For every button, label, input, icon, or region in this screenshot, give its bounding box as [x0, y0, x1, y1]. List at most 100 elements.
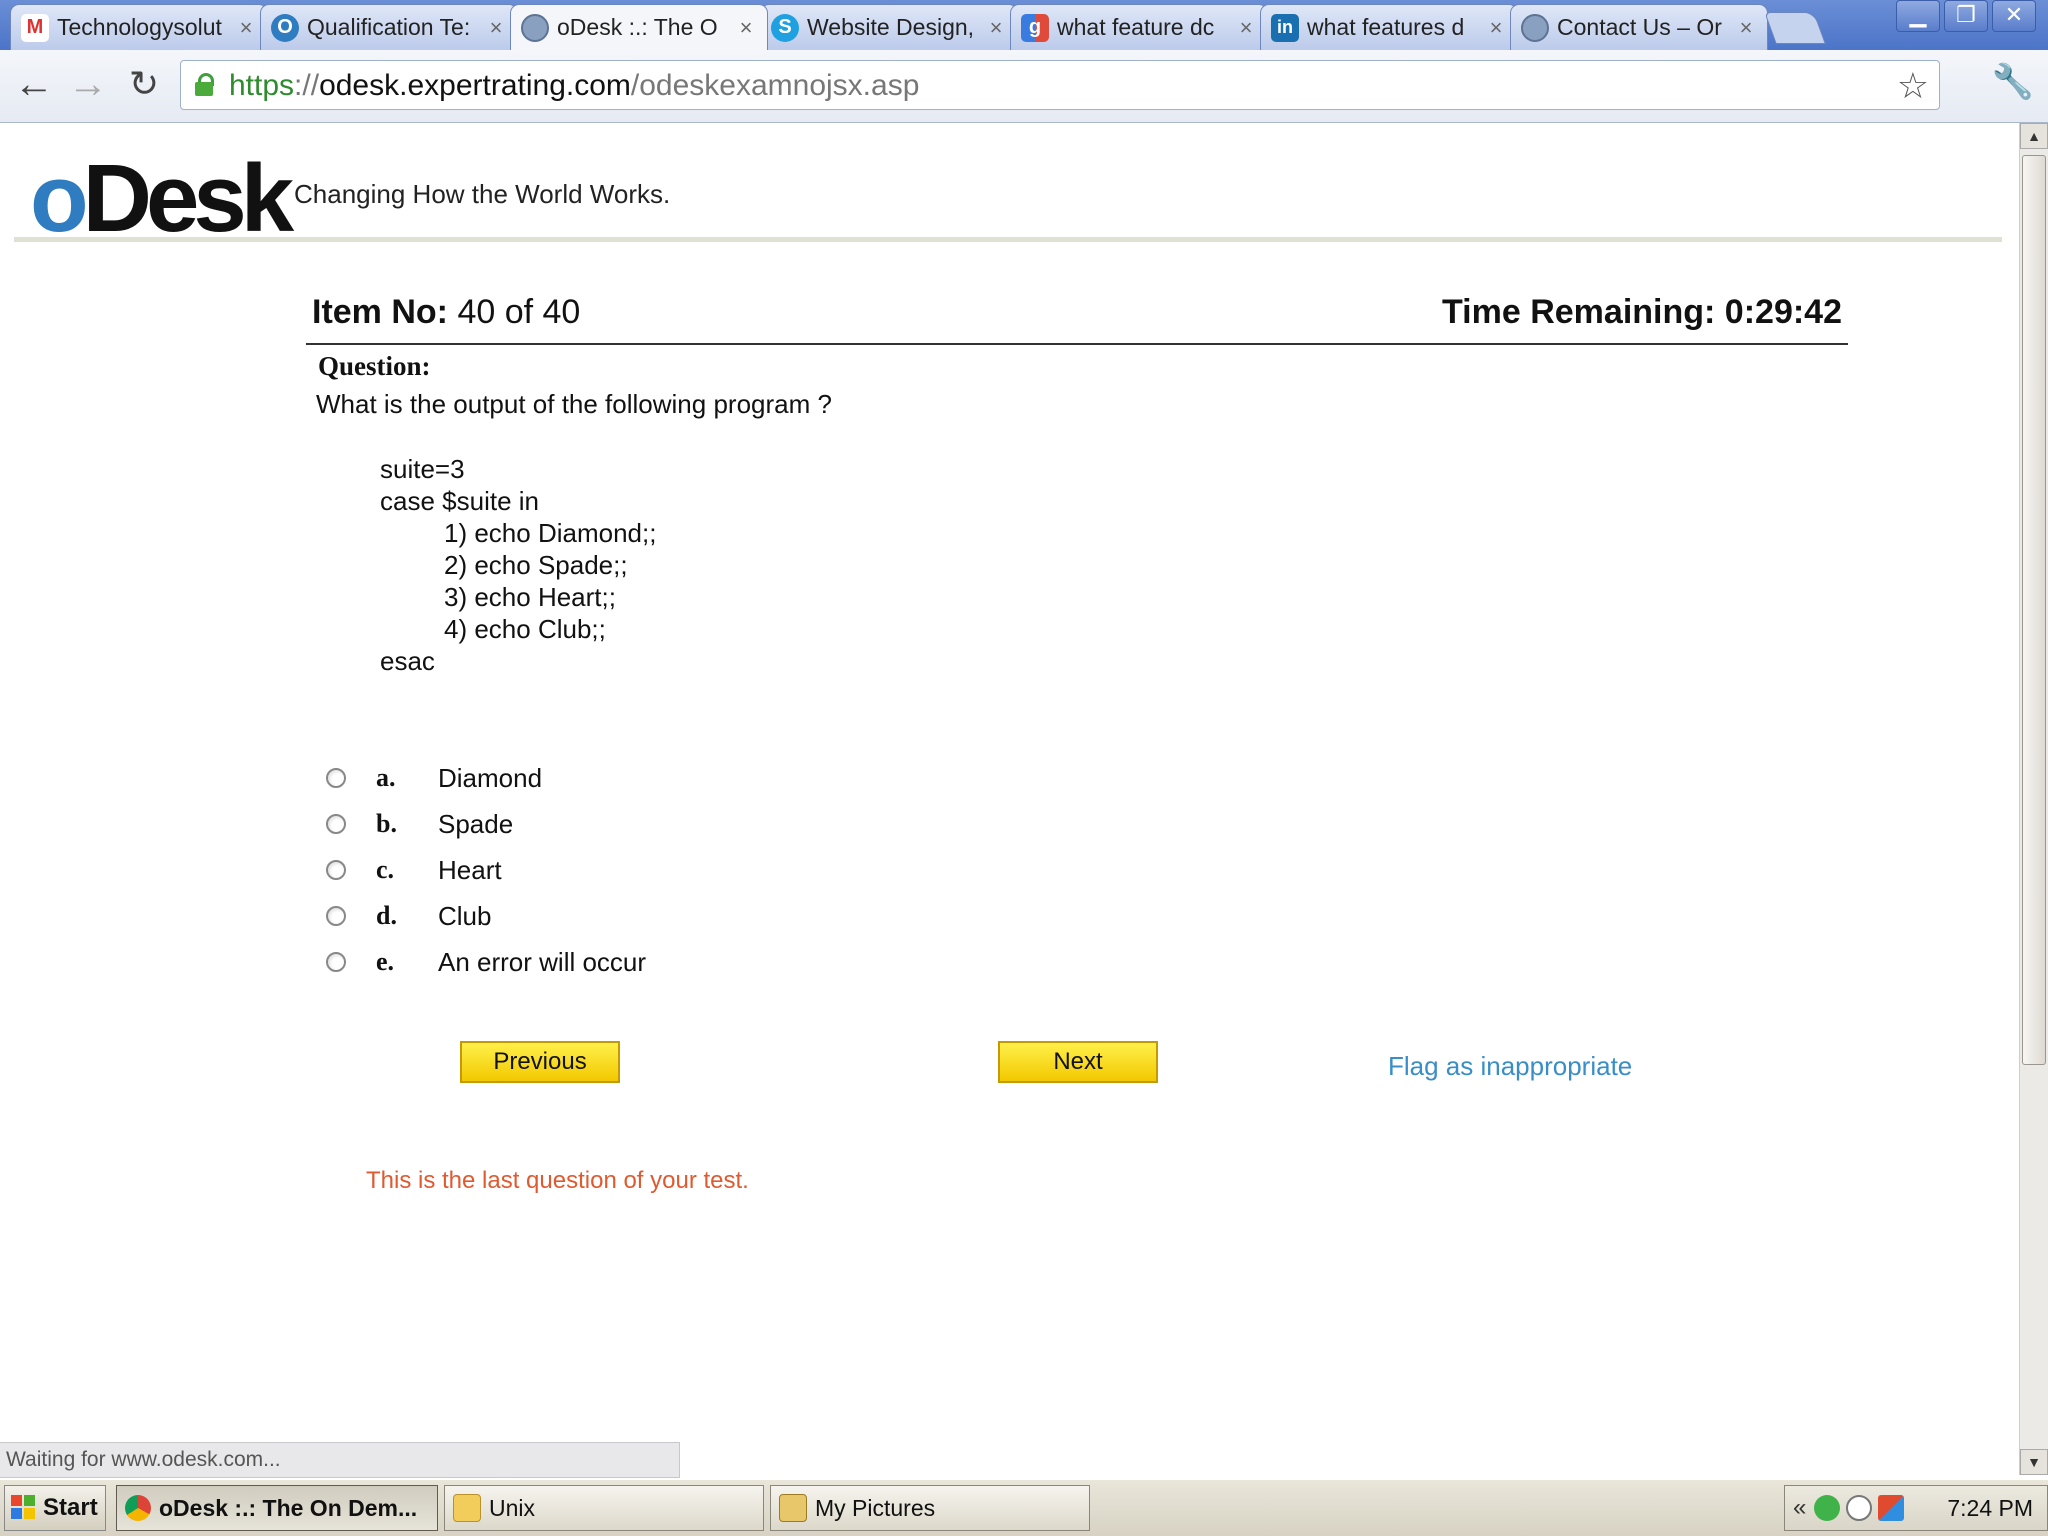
close-icon[interactable]: × — [985, 15, 1007, 41]
option-e: e. An error will occur — [326, 939, 646, 985]
time-remaining: Time Remaining: 0:29:42 — [1442, 293, 1842, 331]
tray-expand-icon[interactable]: « — [1793, 1494, 1806, 1522]
tab-label: oDesk :.: The O — [557, 14, 718, 40]
address-bar[interactable]: https://odesk.expertrating.com/odeskexam… — [180, 60, 1940, 110]
start-button[interactable]: Start — [4, 1485, 106, 1531]
globe-icon — [1521, 13, 1549, 42]
option-text: Spade — [438, 808, 514, 839]
taskbar-item-odesk[interactable]: oDesk :.: The On Dem... — [116, 1485, 438, 1531]
odesk-logo: oDesk — [30, 145, 294, 252]
taskbar-item-label: My Pictures — [815, 1495, 936, 1521]
answer-options: a. Diamond b. Spade c. Heart d. Club e. … — [326, 755, 646, 985]
radio-option-d[interactable] — [326, 906, 346, 926]
chrome-icon — [125, 1495, 151, 1521]
close-icon[interactable]: × — [735, 15, 757, 41]
windows-logo-icon — [11, 1495, 37, 1521]
pictures-folder-icon — [779, 1494, 807, 1522]
taskbar: Start oDesk :.: The On Dem... Unix My Pi… — [0, 1478, 2048, 1536]
radio-option-e[interactable] — [326, 952, 346, 972]
question-text: What is the output of the following prog… — [316, 389, 832, 419]
tab-what-feature-google[interactable]: g what feature dc × — [1010, 4, 1268, 50]
minimize-button[interactable]: ▁ — [1896, 0, 1940, 32]
code-line: 4) echo Club;; — [444, 614, 606, 644]
radio-option-c[interactable] — [326, 860, 346, 880]
previous-button[interactable]: Previous — [460, 1041, 620, 1083]
next-button[interactable]: Next — [998, 1041, 1158, 1083]
code-line: esac — [380, 646, 435, 676]
option-text: Club — [438, 900, 492, 931]
code-block: suite=3 case $suite in 1) echo Diamond;;… — [380, 453, 656, 677]
close-icon[interactable]: × — [1485, 15, 1507, 41]
taskbar-item-label: oDesk :.: The On Dem... — [159, 1495, 418, 1521]
network-icon[interactable] — [1878, 1495, 1905, 1521]
code-line: 2) echo Spade;; — [444, 550, 628, 580]
tab-what-features-linkedin[interactable]: in what features d × — [1260, 4, 1518, 50]
globe-icon — [521, 13, 549, 42]
close-icon[interactable]: × — [485, 15, 507, 41]
odesk-icon: O — [271, 13, 299, 42]
option-letter: b. — [376, 809, 397, 838]
code-line: case $suite in — [380, 486, 539, 516]
browser-titlebar: M Technologysolut × O Qualification Te: … — [0, 0, 2048, 50]
option-c: c. Heart — [326, 847, 646, 893]
question-heading: Question: — [318, 351, 431, 381]
scroll-down-icon[interactable]: ▼ — [2020, 1449, 2048, 1475]
radio-option-b[interactable] — [326, 814, 346, 834]
header-divider — [14, 237, 2002, 242]
back-arrow-icon[interactable]: ← — [12, 62, 56, 106]
tab-label: what features d — [1307, 14, 1465, 40]
chat-bubble-icon[interactable] — [1846, 1495, 1873, 1521]
bookmark-star-icon[interactable]: ☆ — [1897, 65, 1929, 107]
tab-website-design[interactable]: S Website Design, × — [760, 4, 1018, 50]
restore-button[interactable]: ❐ — [1944, 0, 1988, 32]
start-label: Start — [43, 1494, 98, 1521]
scroll-up-icon[interactable]: ▲ — [2020, 123, 2048, 149]
option-letter: c. — [376, 855, 395, 884]
question-info-bar: Item No: 40 of 40 Time Remaining: 0:29:4… — [312, 293, 1842, 343]
window-controls: ▁ ❐ ✕ — [1892, 0, 2036, 32]
tab-odesk-active[interactable]: oDesk :.: The O × — [510, 4, 768, 50]
skype-icon: S — [771, 13, 799, 42]
taskbar-item-unix[interactable]: Unix — [444, 1485, 764, 1531]
option-text: Heart — [438, 854, 502, 885]
wrench-icon[interactable]: 🔧 — [1992, 62, 2034, 102]
tab-qualification[interactable]: O Qualification Te: × — [260, 4, 518, 50]
item-number: Item No: 40 of 40 — [312, 293, 581, 331]
system-tray: « 7:24 PM — [1784, 1485, 2048, 1531]
folder-icon — [453, 1494, 481, 1522]
url-text[interactable]: https://odesk.expertrating.com/odeskexam… — [229, 69, 919, 103]
option-d: d. Club — [326, 893, 646, 939]
taskbar-item-my-pictures[interactable]: My Pictures — [770, 1485, 1090, 1531]
code-line: 3) echo Heart;; — [444, 582, 616, 612]
option-text: An error will occur — [438, 946, 647, 977]
security-shield-icon[interactable] — [1814, 1495, 1841, 1521]
tab-label: Technologysolut — [57, 14, 222, 40]
tab-label: Qualification Te: — [307, 14, 471, 40]
google-icon: g — [1021, 13, 1049, 42]
reload-icon[interactable]: ↻ — [122, 62, 166, 106]
scrollbar-thumb[interactable] — [2022, 155, 2046, 1065]
tagline: Changing How the World Works. — [294, 179, 671, 209]
clock: 7:24 PM — [1947, 1494, 2033, 1521]
close-window-button[interactable]: ✕ — [1992, 0, 2036, 32]
vertical-scrollbar[interactable]: ▲ ▼ — [2019, 123, 2048, 1475]
option-letter: d. — [376, 901, 397, 930]
option-letter: a. — [376, 763, 396, 792]
code-line: 1) echo Diamond;; — [444, 518, 657, 548]
gmail-icon: M — [21, 13, 49, 42]
close-icon[interactable]: × — [1735, 15, 1757, 41]
tab-contact-us[interactable]: Contact Us – Or × — [1510, 4, 1768, 50]
close-icon[interactable]: × — [1235, 15, 1257, 41]
last-question-message: This is the last question of your test. — [366, 1167, 749, 1194]
forward-arrow-icon[interactable]: → — [66, 62, 110, 106]
flag-inappropriate-link[interactable]: Flag as inappropriate — [1388, 1051, 1632, 1082]
new-tab-button[interactable] — [1764, 12, 1826, 44]
question-divider — [306, 343, 1848, 345]
radio-option-a[interactable] — [326, 768, 346, 788]
option-text: Diamond — [438, 762, 543, 793]
option-b: b. Spade — [326, 801, 646, 847]
lock-icon — [195, 73, 214, 96]
tab-gmail[interactable]: M Technologysolut × — [10, 4, 268, 50]
tab-label: Website Design, — [807, 14, 975, 40]
close-icon[interactable]: × — [235, 15, 257, 41]
